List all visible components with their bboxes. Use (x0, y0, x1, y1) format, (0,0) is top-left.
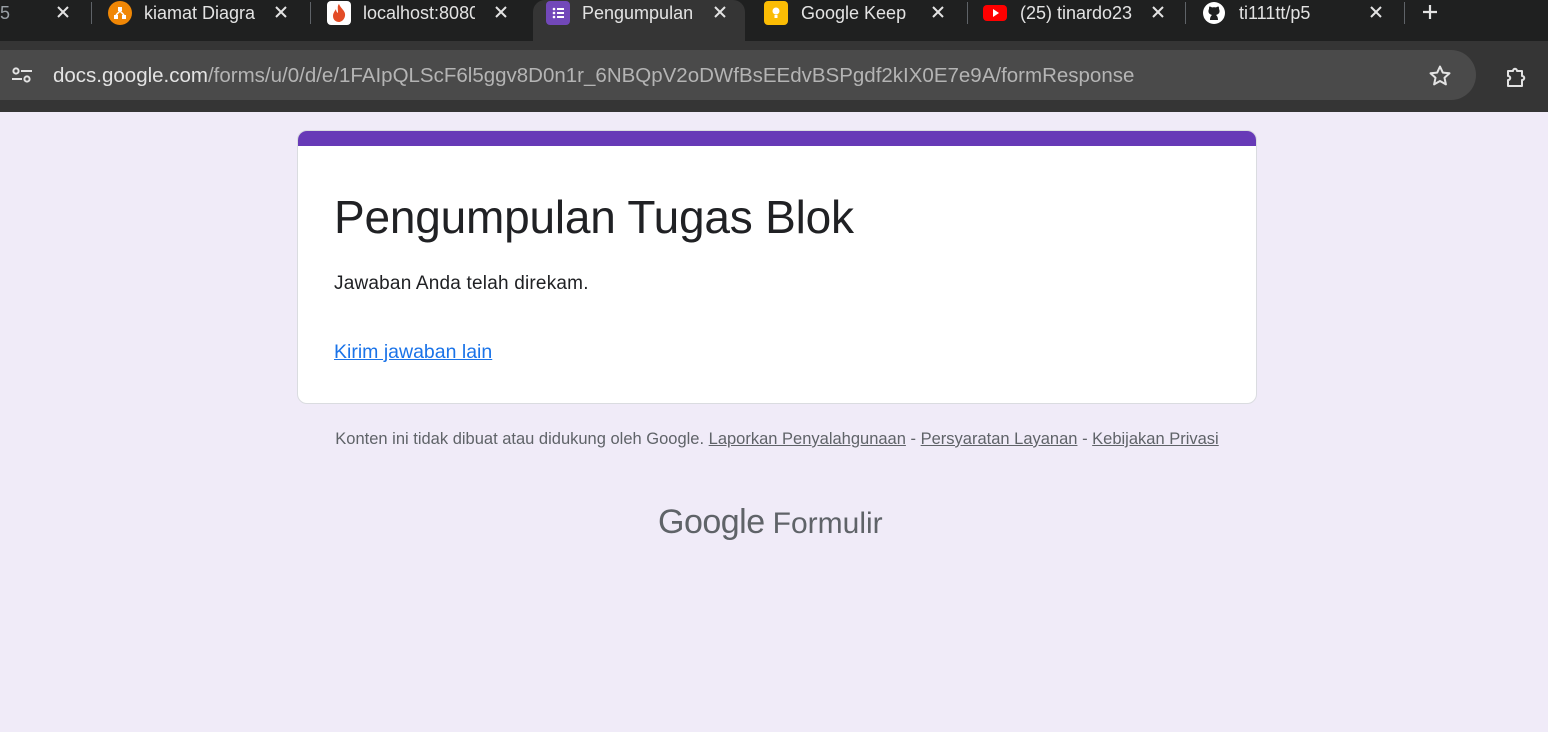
address-bar[interactable]: docs.google.com/forms/u/0/d/e/1FAIpQLScF… (0, 50, 1476, 100)
github-icon (1202, 1, 1226, 25)
youtube-icon (983, 1, 1007, 25)
flame-icon (327, 1, 351, 25)
new-tab-plus-icon[interactable] (1418, 0, 1442, 24)
tab-google-keep[interactable]: Google Keep (752, 0, 962, 41)
form-footer: Konten ini tidak dibuat atau didukung ol… (320, 428, 1234, 450)
tab-separator (91, 2, 92, 24)
confirmation-message: Jawaban Anda telah direkam. (334, 273, 589, 294)
tab-title: (25) tinardo23 (1020, 3, 1132, 23)
tab-title: Pengumpulan (582, 3, 694, 23)
form-response-card: Pengumpulan Tugas Blok Jawaban Anda tela… (297, 130, 1257, 404)
tab-separator (1185, 2, 1186, 24)
close-icon[interactable] (270, 0, 292, 24)
tab-title: Google Keep (801, 3, 907, 23)
footer-separator: - (1082, 430, 1088, 448)
tab-title: ti111tt/p5 (1239, 3, 1311, 23)
tab-separator (310, 2, 311, 24)
terms-of-service-link[interactable]: Persyaratan Layanan (921, 430, 1078, 448)
submit-another-response-link[interactable]: Kirim jawaban lain (334, 341, 492, 364)
tab-partial[interactable]: 5 (0, 0, 88, 41)
forms-wordmark: Formulir (772, 507, 883, 540)
footer-separator: - (910, 430, 917, 448)
privacy-policy-link[interactable]: Kebijakan Privasi (1092, 430, 1219, 448)
close-icon[interactable] (1147, 0, 1169, 24)
tab-localhost[interactable]: localhost:8080 (317, 0, 529, 41)
close-icon[interactable] (709, 0, 731, 24)
form-title: Pengumpulan Tugas Blok (334, 191, 854, 243)
site-info-tune-icon[interactable] (0, 59, 44, 91)
tab-youtube[interactable]: (25) tinardo23 (972, 0, 1182, 41)
google-forms-icon (546, 1, 570, 25)
tab-kiamat-diagram[interactable]: kiamat Diagra (98, 0, 308, 41)
tab-title: localhost:8080 (363, 3, 475, 23)
close-icon[interactable] (1365, 0, 1387, 24)
browser-toolbar: docs.google.com/forms/u/0/d/e/1FAIpQLScF… (0, 41, 1548, 112)
report-abuse-link[interactable]: Laporkan Penyalahgunaan (709, 430, 906, 448)
tab-separator (967, 2, 968, 24)
url-path: /forms/u/0/d/e/1FAIpQLScF6l5ggv8D0n1r_6N… (207, 64, 1135, 87)
extensions-puzzle-icon[interactable] (1503, 63, 1531, 91)
form-accent-bar (298, 131, 1256, 146)
footer-disclaimer: Konten ini tidak dibuat atau didukung ol… (335, 430, 705, 448)
url-text[interactable]: docs.google.com/forms/u/0/d/e/1FAIpQLScF… (53, 64, 1134, 88)
close-icon[interactable] (490, 0, 512, 24)
tab-strip: 5 kiamat Diagra localhost:8080 Pengumpul… (0, 0, 1548, 41)
google-forms-logo[interactable]: Google Formulir (658, 503, 883, 542)
bookmark-star-icon[interactable] (1427, 63, 1453, 89)
tab-github[interactable]: ti111tt/p5 (1190, 0, 1402, 41)
tab-google-forms-active[interactable]: Pengumpulan (533, 0, 745, 41)
diagram-app-icon (108, 1, 132, 25)
google-keep-icon (764, 1, 788, 25)
close-icon[interactable] (52, 0, 74, 24)
tab-title: kiamat Diagra (144, 3, 256, 23)
url-host: docs.google.com (53, 64, 208, 87)
tab-partial-title: 5 (0, 3, 10, 23)
tab-separator (1404, 2, 1405, 24)
close-icon[interactable] (927, 0, 949, 24)
google-wordmark: Google (658, 503, 765, 541)
